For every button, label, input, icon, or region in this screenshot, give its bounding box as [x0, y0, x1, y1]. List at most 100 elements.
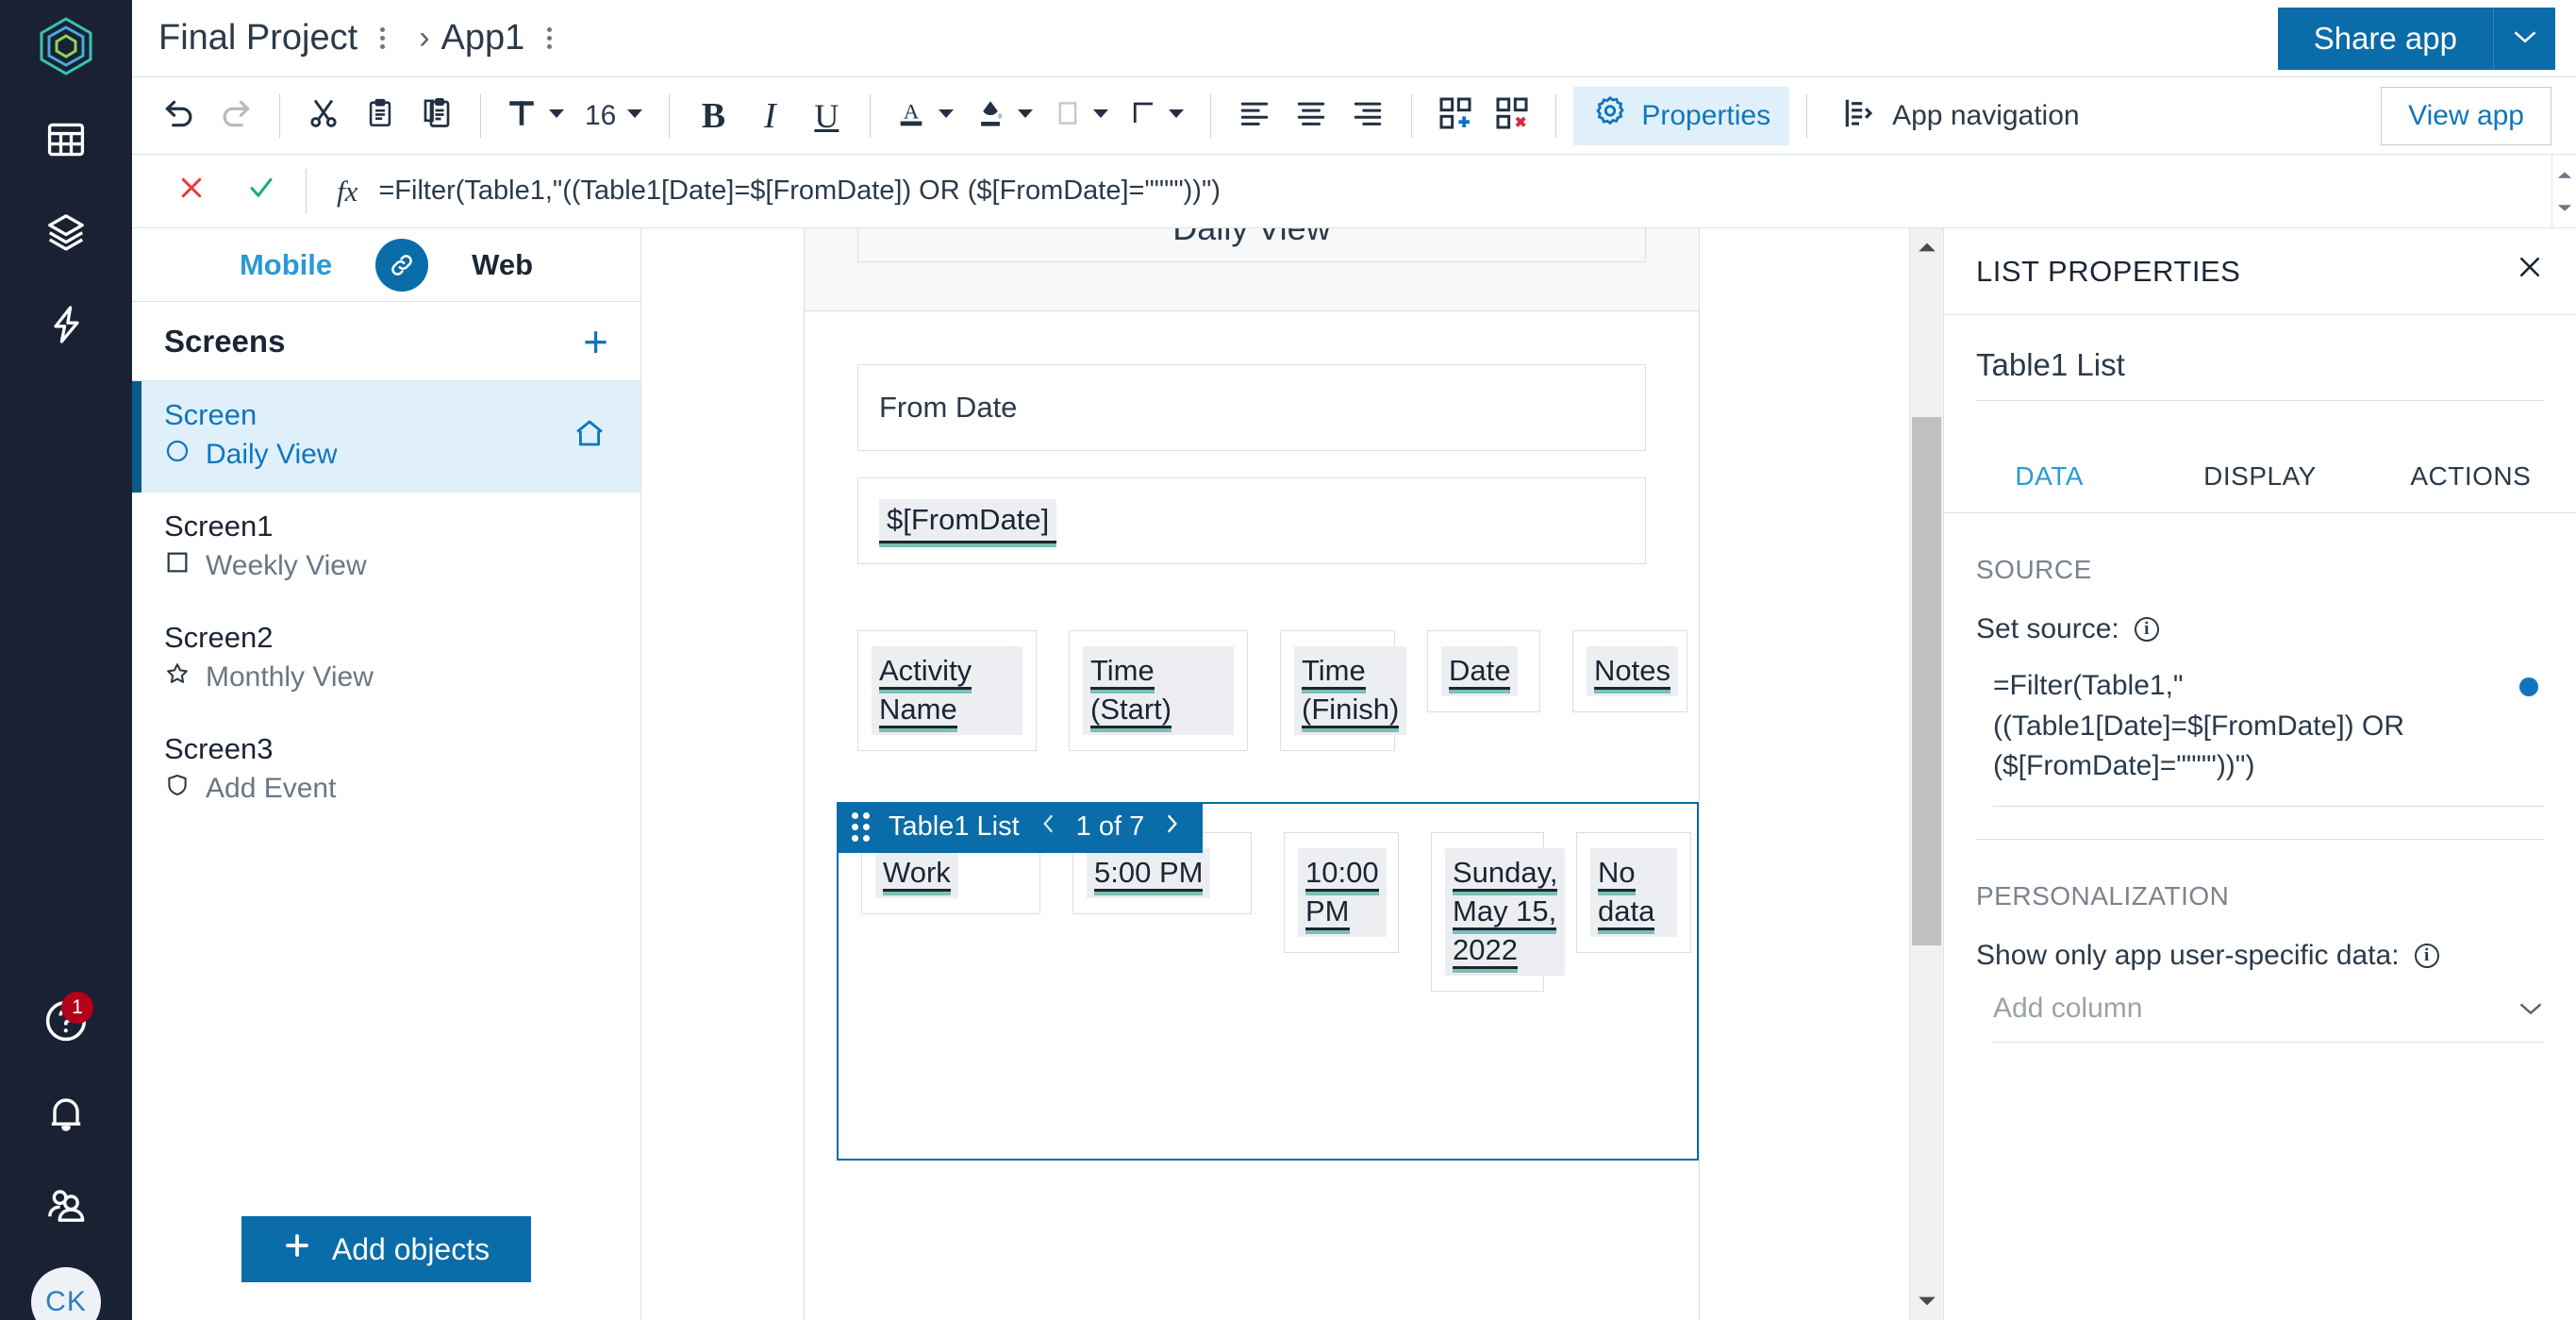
scrollbar-track[interactable] — [1910, 266, 1943, 1282]
remove-component-button[interactable] — [1486, 87, 1538, 145]
share-app-button[interactable]: Share app — [2278, 8, 2493, 70]
from-date-label-field[interactable]: From Date — [857, 364, 1646, 451]
chevron-right-icon[interactable] — [1161, 811, 1182, 844]
column-header-time-start[interactable]: Time (Start) — [1069, 630, 1248, 751]
rail-item-automation[interactable] — [33, 293, 99, 359]
project-kebab-menu-icon[interactable] — [374, 22, 391, 55]
tab-data[interactable]: DATA — [1944, 444, 2154, 512]
paste-button[interactable] — [354, 87, 407, 145]
screens-list: Screen Daily View — [132, 381, 640, 1190]
properties-button[interactable]: Properties — [1573, 87, 1789, 145]
font-size-button[interactable]: 16 — [577, 87, 652, 145]
formula-input[interactable] — [378, 175, 2551, 207]
rail-item-users[interactable] — [33, 1175, 99, 1241]
scrollbar-thumb[interactable] — [1912, 417, 1941, 945]
screen-subtitle: Daily View — [206, 439, 338, 471]
table-list-counter: 1 of 7 — [1076, 811, 1145, 843]
chevron-left-icon[interactable] — [1039, 811, 1059, 844]
column-header-notes[interactable]: Notes — [1572, 630, 1687, 712]
column-label: Time (Start) — [1090, 654, 1172, 728]
formula-expand-icon[interactable] — [2551, 155, 2576, 228]
table-list-box[interactable]: Work 5:00 PM 10: — [837, 802, 1699, 1161]
avatar[interactable]: CK — [31, 1267, 101, 1320]
svg-text:A: A — [904, 100, 920, 124]
sidebar-item-screen3[interactable]: Screen3 Add Event — [132, 715, 640, 827]
canvas-area: Daily View From Date $[FromDate] Activit… — [641, 228, 1943, 1320]
row-value: Sunday, May 15, 2022 — [1453, 856, 1557, 969]
italic-label: I — [764, 95, 776, 137]
appsheet-hexagon-logo[interactable] — [40, 17, 92, 80]
align-center-button[interactable] — [1285, 87, 1338, 145]
tab-display[interactable]: DISPLAY — [2154, 444, 2365, 512]
view-app-button[interactable]: View app — [2381, 87, 2551, 145]
underline-label: U — [814, 96, 839, 136]
font-family-button[interactable] — [498, 87, 573, 145]
italic-button[interactable]: I — [743, 87, 796, 145]
add-component-button[interactable] — [1429, 87, 1482, 145]
sidebar-item-screen1[interactable]: Screen1 Weekly View — [132, 493, 640, 604]
text-color-button[interactable]: A — [888, 87, 963, 145]
border-box-button[interactable] — [1046, 87, 1118, 145]
table-list-badge[interactable]: Table1 List 1 of 7 — [837, 802, 1203, 853]
list-name-input[interactable]: Table1 List — [1976, 347, 2544, 401]
rail-item-data[interactable] — [33, 109, 99, 175]
sidebar-item-screen[interactable]: Screen Daily View — [132, 381, 640, 493]
column-header-time-finish[interactable]: Time (Finish) — [1280, 630, 1395, 751]
cancel-x-icon[interactable] — [157, 171, 226, 211]
platform-mobile-tab[interactable]: Mobile — [240, 248, 332, 282]
align-left-button[interactable] — [1228, 87, 1281, 145]
screen-item-text: Screen2 Monthly View — [164, 621, 374, 694]
close-icon[interactable] — [2516, 253, 2544, 290]
home-icon[interactable] — [571, 416, 608, 455]
underline-button[interactable]: U — [800, 87, 853, 145]
bell-icon — [43, 1091, 89, 1141]
rail-item-notifications[interactable] — [33, 1082, 99, 1148]
sidebar-item-screen2[interactable]: Screen2 Monthly View — [132, 604, 640, 715]
align-left-icon — [1237, 97, 1272, 134]
breadcrumb-app[interactable]: App1 — [441, 18, 525, 58]
set-source-value[interactable]: =Filter(Table1," ((Table1[Date]=$[FromDa… — [1993, 666, 2544, 807]
rail-item-app[interactable] — [33, 201, 99, 267]
app-kebab-menu-icon[interactable] — [541, 22, 557, 55]
breadcrumb-project[interactable]: Final Project — [158, 18, 357, 58]
add-column-select[interactable]: Add column — [1993, 993, 2544, 1043]
align-right-button[interactable] — [1341, 87, 1394, 145]
column-header-activity-name[interactable]: Activity Name — [857, 630, 1037, 751]
tab-actions[interactable]: ACTIONS — [2366, 444, 2576, 512]
scroll-down-icon[interactable] — [1917, 1282, 1937, 1320]
border-style-button[interactable] — [1122, 87, 1193, 145]
drag-grip-icon[interactable] — [852, 812, 870, 842]
properties-label: Properties — [1641, 100, 1770, 132]
info-icon[interactable]: i — [2415, 944, 2439, 968]
screen-subtitle: Weekly View — [206, 550, 367, 582]
layers-icon — [44, 211, 88, 258]
platform-web-tab[interactable]: Web — [472, 248, 533, 282]
cut-button[interactable] — [297, 87, 350, 145]
row-cell-date[interactable]: Sunday, May 15, 2022 — [1431, 832, 1544, 992]
canvas-inner: Daily View From Date $[FromDate] Activit… — [641, 228, 1909, 1320]
column-header-date[interactable]: Date — [1427, 630, 1540, 712]
add-objects-button[interactable]: Add objects — [241, 1216, 531, 1282]
share-app-caret-button[interactable] — [2493, 8, 2555, 70]
redo-button[interactable] — [209, 87, 262, 145]
link-icon[interactable] — [375, 239, 428, 292]
screen-title-box[interactable]: Daily View — [857, 228, 1646, 262]
row-cell-time-finish[interactable]: 10:00 PM — [1284, 832, 1399, 953]
add-screen-icon[interactable]: + — [583, 320, 608, 363]
screen-subtitle-row: Weekly View — [164, 549, 367, 583]
table-icon — [44, 119, 88, 165]
confirm-check-icon[interactable] — [226, 171, 296, 211]
source-section-label: SOURCE — [1976, 555, 2544, 585]
app-navigation-button[interactable]: App navigation — [1824, 87, 2097, 145]
fill-color-button[interactable] — [967, 87, 1042, 145]
scroll-up-icon[interactable] — [1917, 228, 1937, 266]
fx-label: fx — [316, 175, 378, 209]
row-cell-notes[interactable]: No data — [1576, 832, 1691, 953]
canvas-vertical-scrollbar[interactable] — [1909, 228, 1943, 1320]
bold-button[interactable]: B — [687, 87, 740, 145]
copy-button[interactable] — [410, 87, 463, 145]
undo-button[interactable] — [153, 87, 206, 145]
info-icon[interactable]: i — [2135, 617, 2159, 642]
from-date-value-field[interactable]: $[FromDate] — [857, 477, 1646, 564]
rail-item-help[interactable]: 1 — [33, 990, 99, 1056]
